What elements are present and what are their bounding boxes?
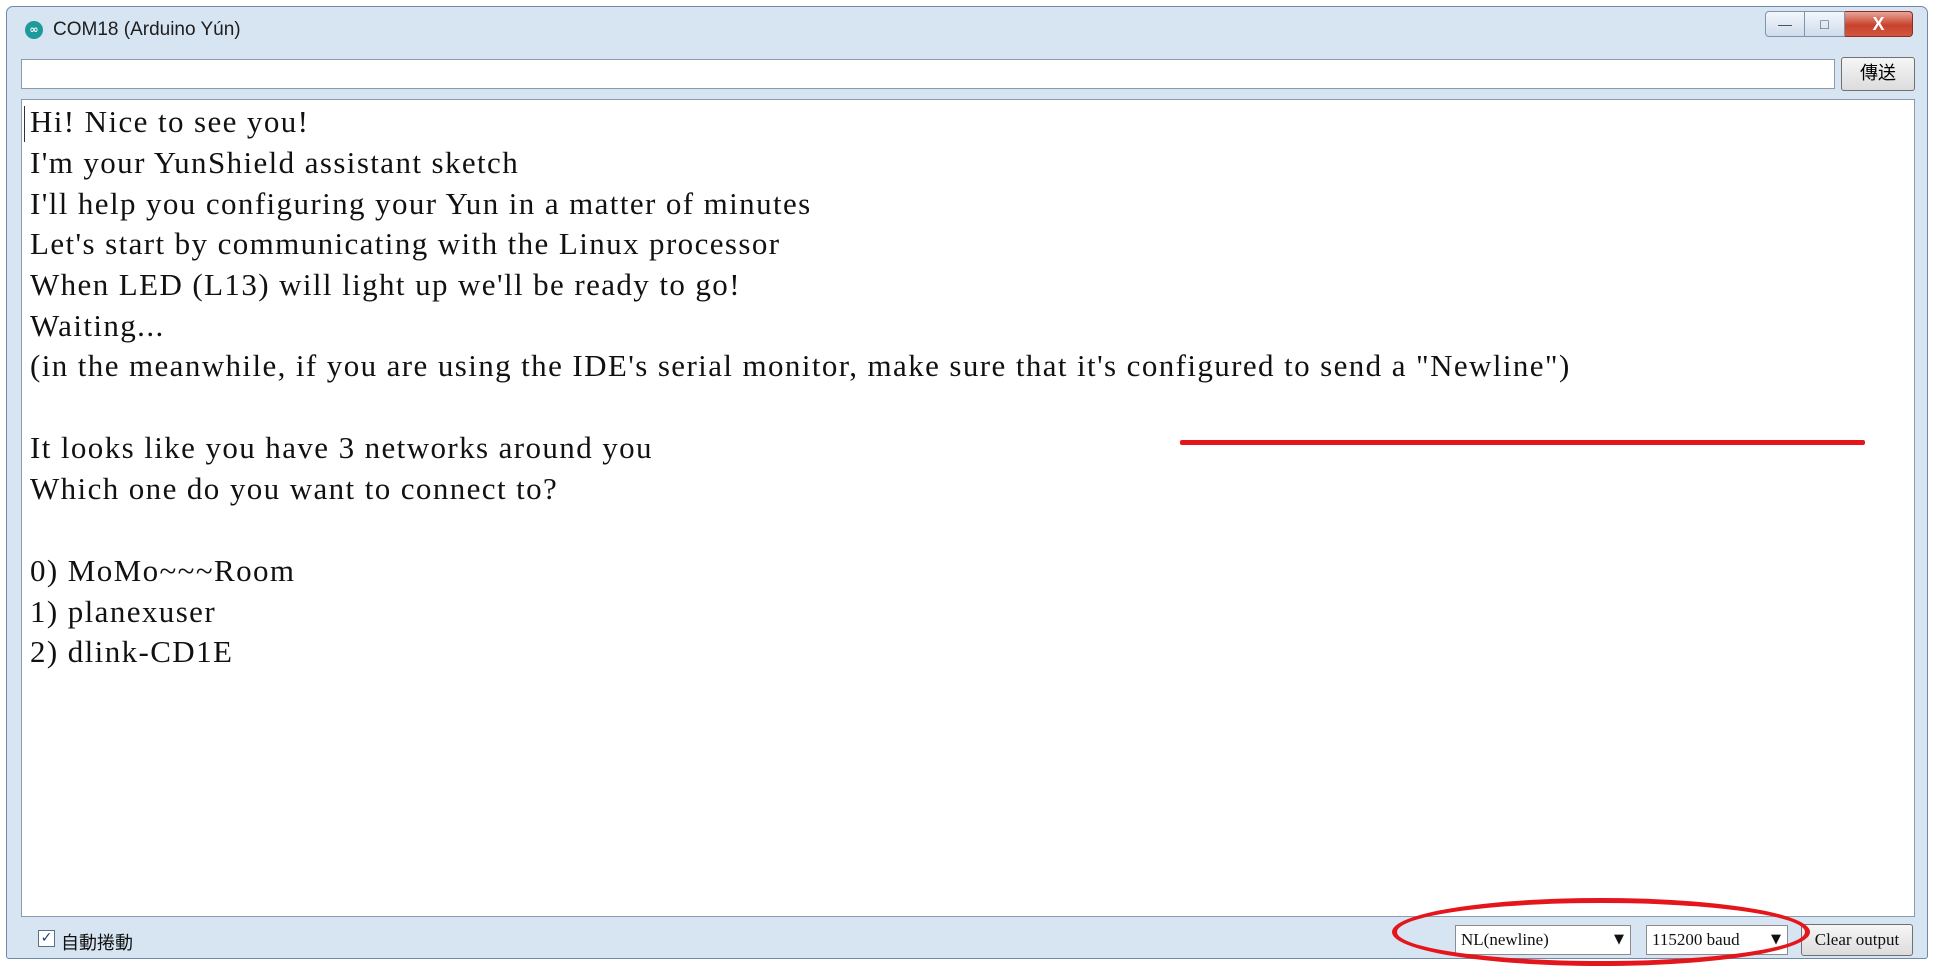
clear-output-button[interactable]: Clear output [1801,924,1913,956]
output-line: I'll help you configuring your Yun in a … [30,186,812,221]
maximize-button[interactable]: □ [1805,11,1845,37]
output-line: It looks like you have 3 networks around… [30,430,653,465]
text-margin-line [24,106,25,142]
output-line: I'm your YunShield assistant sketch [30,145,520,180]
output-line: Which one do you want to connect to? [30,471,559,506]
output-line: 2) dlink-CD1E [30,634,234,669]
title-bar[interactable]: ∞ COM18 (Arduino Yún) — □ X [7,7,1927,51]
arduino-logo-icon: ∞ [25,21,43,39]
window-title: COM18 (Arduino Yún) [53,19,241,40]
autoscroll-label[interactable]: 自動捲動 [61,929,133,955]
annotation-underline [1180,440,1865,445]
serial-send-input[interactable] [21,59,1835,89]
minimize-button[interactable]: — [1765,11,1805,37]
output-line: Let's start by communicating with the Li… [30,226,781,261]
serial-output-area[interactable]: Hi! Nice to see you! I'm your YunShield … [21,99,1915,917]
window-controls: — □ X [1765,11,1913,39]
output-line: When LED (L13) will light up we'll be re… [30,267,741,302]
output-line: 0) MoMo~~~Room [30,553,296,588]
send-row: 傳送 [21,55,1915,93]
autoscroll-checkbox[interactable]: ✓ [38,930,55,947]
close-button[interactable]: X [1845,11,1913,37]
annotation-oval [1392,898,1810,966]
output-line: (in the meanwhile, if you are using the … [30,348,1571,383]
send-button[interactable]: 傳送 [1841,57,1915,91]
serial-monitor-window: ∞ COM18 (Arduino Yún) — □ X 傳送 Hi! Nice … [6,6,1928,959]
output-line: Hi! Nice to see you! [30,104,310,139]
output-line: 1) planexuser [30,594,217,629]
output-line: Waiting... [30,308,165,343]
